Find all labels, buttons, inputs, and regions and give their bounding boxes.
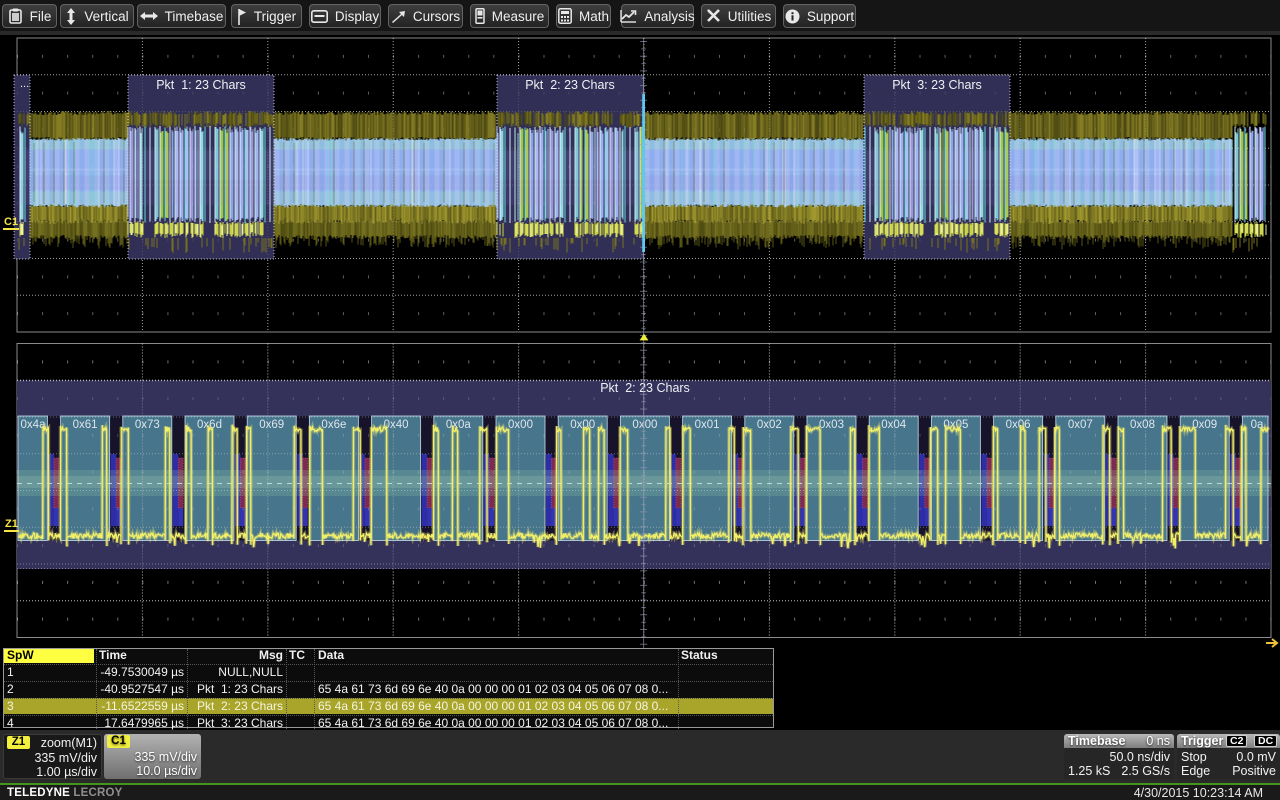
svg-text:0x00: 0x00 — [508, 419, 533, 431]
svg-text:0x6e: 0x6e — [321, 419, 346, 431]
svg-text:0x03: 0x03 — [819, 419, 844, 431]
svg-text:0x07: 0x07 — [1068, 419, 1093, 431]
svg-text:0x06: 0x06 — [1006, 419, 1031, 431]
svg-text:0x69: 0x69 — [259, 419, 284, 431]
svg-text:0x0a: 0x0a — [446, 419, 472, 431]
svg-text:...: ... — [20, 78, 29, 90]
svg-text:Pkt 1: 23 Chars: Pkt 1: 23 Chars — [156, 78, 246, 92]
svg-text:Pkt 2: 23 Chars: Pkt 2: 23 Chars — [600, 381, 690, 395]
svg-text:Pkt 3: 23 Chars: Pkt 3: 23 Chars — [892, 78, 982, 92]
svg-text:0x73: 0x73 — [135, 419, 160, 431]
svg-text:0x61: 0x61 — [73, 419, 98, 431]
svg-text:0x01: 0x01 — [695, 419, 720, 431]
svg-text:Pkt 2: 23 Chars: Pkt 2: 23 Chars — [525, 78, 615, 92]
svg-text:0x04: 0x04 — [881, 419, 907, 431]
svg-text:0x08: 0x08 — [1130, 419, 1155, 431]
svg-text:0x00: 0x00 — [632, 419, 657, 431]
